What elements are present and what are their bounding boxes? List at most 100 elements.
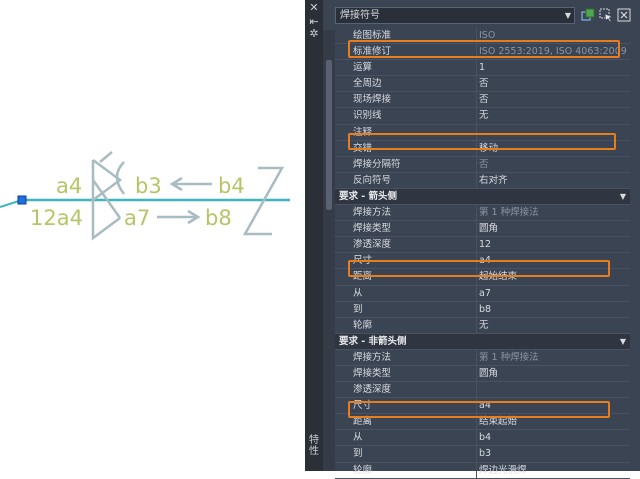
property-row[interactable]: 现场焊接否 <box>335 92 630 109</box>
property-row[interactable]: 标准修订 ISO 2553:2019, ISO 4063:2009 <box>335 44 630 61</box>
category-title: 要求 - 非箭头侧 <box>339 335 407 347</box>
property-value[interactable]: 无 <box>479 108 630 123</box>
property-value[interactable]: 移动 <box>479 141 630 156</box>
property-name: 尺寸 <box>353 253 477 269</box>
property-value[interactable]: b4 <box>479 430 630 445</box>
property-name: 交错 <box>353 140 477 156</box>
property-value[interactable]: 第 1 种焊接法 <box>479 205 630 220</box>
property-value[interactable]: 焊边光滑焊 <box>479 463 630 478</box>
property-row[interactable]: 焊接类型 圆角 <box>335 221 630 238</box>
arrow-side-size-label: a4 <box>56 174 83 198</box>
toggle-pickadd-icon[interactable] <box>617 8 631 22</box>
property-row[interactable]: 焊接分隔符否 <box>335 156 630 173</box>
property-row[interactable]: 焊接类型 圆角 <box>335 365 630 383</box>
arrow-side-to-label: b4 <box>218 174 245 198</box>
drawing-canvas[interactable]: a4 b3 b4 12a4 a7 b8 <box>0 0 305 471</box>
category-arrow-side[interactable]: 要求 - 箭头侧 ▼ <box>335 188 630 206</box>
property-row[interactable]: 反向符号 右对齐 <box>335 172 630 189</box>
properties-palette: 焊接符号 ▼ 绘图标准 ISO 标准修订 ISO 2553:2019, ISO 40… <box>323 0 640 479</box>
property-name: 焊接分隔符 <box>353 156 477 172</box>
property-value[interactable] <box>479 125 630 140</box>
property-name: 从 <box>353 430 477 446</box>
property-value[interactable]: 圆角 <box>479 366 630 381</box>
property-value[interactable]: 圆角 <box>479 221 630 236</box>
grip-handle <box>17 195 27 205</box>
property-value[interactable]: a4 <box>479 253 630 268</box>
property-value[interactable]: 起始结束 <box>479 269 630 284</box>
property-value[interactable]: 1 <box>479 60 630 75</box>
scrollbar-track[interactable] <box>323 30 335 471</box>
property-value[interactable]: b8 <box>479 302 630 317</box>
property-row[interactable]: 距离 结束起始 <box>335 414 630 431</box>
property-row[interactable]: 渗透深度 <box>335 382 630 399</box>
property-name: 标准修订 <box>353 44 477 60</box>
property-name: 全周边 <box>353 76 477 92</box>
fillet-symbol-other-side <box>91 200 121 241</box>
property-value[interactable]: 右对齐 <box>479 173 630 188</box>
property-row[interactable]: 尺寸 a4 <box>335 253 630 270</box>
property-row[interactable]: 识别线无 <box>335 108 630 125</box>
property-value[interactable]: b3 <box>479 446 630 461</box>
property-row[interactable]: 尺寸 a4 <box>335 398 630 415</box>
contour-symbol <box>115 161 126 195</box>
palette-title-label: 特性 <box>309 435 319 457</box>
property-value[interactable]: 否 <box>479 92 630 107</box>
property-value[interactable]: 结束起始 <box>479 414 630 429</box>
property-value[interactable]: ISO <box>479 28 630 43</box>
category-other-side[interactable]: 要求 - 非箭头侧 ▼ <box>335 333 630 350</box>
property-value[interactable] <box>479 382 630 397</box>
collapse-icon[interactable]: ▼ <box>620 334 626 349</box>
property-value[interactable]: 否 <box>479 76 630 91</box>
property-name: 距离 <box>353 269 477 285</box>
property-row[interactable]: 全周边否 <box>335 76 630 93</box>
property-row[interactable]: 从 b4 <box>335 430 630 447</box>
property-value[interactable]: 第 1 种焊接法 <box>479 350 630 365</box>
property-row[interactable]: 从 a7 <box>335 285 630 302</box>
property-row[interactable]: 渗透深度 12 <box>335 237 630 254</box>
property-name: 到 <box>353 446 477 462</box>
property-name: 渗透深度 <box>353 382 477 398</box>
property-name: 绘图标准 <box>353 28 477 44</box>
property-name: 识别线 <box>353 108 477 124</box>
property-row[interactable]: 绘图标准 ISO <box>335 28 630 45</box>
property-row[interactable]: 运算 1 <box>335 60 630 77</box>
property-row[interactable]: 到 b3 <box>335 446 630 463</box>
property-name: 运算 <box>353 60 477 76</box>
property-value[interactable]: 无 <box>479 318 630 333</box>
quick-select-icon[interactable] <box>581 8 595 22</box>
property-row[interactable]: 注释 <box>335 124 630 141</box>
property-name: 焊接方法 <box>353 205 477 221</box>
property-value[interactable]: a4 <box>479 398 630 413</box>
other-side-to-label: b8 <box>205 206 232 230</box>
property-name: 反向符号 <box>353 172 477 188</box>
settings-icon[interactable]: ✲ <box>308 28 320 40</box>
weld-symbol-graphic[interactable] <box>0 0 305 471</box>
property-name: 尺寸 <box>353 398 477 414</box>
property-name: 轮廓 <box>353 462 477 478</box>
property-value[interactable]: ISO 2553:2019, ISO 4063:2009 <box>479 44 630 59</box>
collapse-icon[interactable]: ▼ <box>620 189 626 204</box>
property-name: 现场焊接 <box>353 92 477 108</box>
property-row[interactable]: 到 b8 <box>335 301 630 318</box>
arrow-side-from-label: b3 <box>135 174 162 198</box>
property-row[interactable]: 焊接方法第 1 种焊接法 <box>335 349 630 366</box>
category-title: 要求 - 箭头侧 <box>339 190 398 202</box>
property-row[interactable]: 交错 移动 <box>335 140 630 157</box>
property-value[interactable]: 否 <box>479 157 630 172</box>
property-value[interactable]: 12 <box>479 237 630 252</box>
property-row[interactable]: 焊接方法第 1 种焊接法 <box>335 205 630 222</box>
property-row[interactable]: 轮廓无 <box>335 317 630 334</box>
properties-header: 焊接符号 ▼ <box>335 7 640 25</box>
property-value[interactable]: a7 <box>479 286 630 301</box>
close-icon[interactable]: ✕ <box>308 2 320 14</box>
property-name: 从 <box>353 285 477 301</box>
property-row[interactable]: 距离 起始结束 <box>335 269 630 286</box>
properties-grid: 绘图标准 ISO 标准修订 ISO 2553:2019, ISO 4063:2009… <box>335 28 630 479</box>
object-type-dropdown[interactable]: 焊接符号 ▼ <box>335 7 575 24</box>
property-name: 焊接类型 <box>353 221 477 237</box>
select-objects-icon[interactable] <box>599 8 613 22</box>
property-name: 距离 <box>353 414 477 430</box>
scrollbar-thumb[interactable] <box>326 60 332 210</box>
property-name: 焊接方法 <box>353 349 477 365</box>
palette-title-strip[interactable]: ✕ ⇤ ✲ 特性 <box>305 0 323 471</box>
